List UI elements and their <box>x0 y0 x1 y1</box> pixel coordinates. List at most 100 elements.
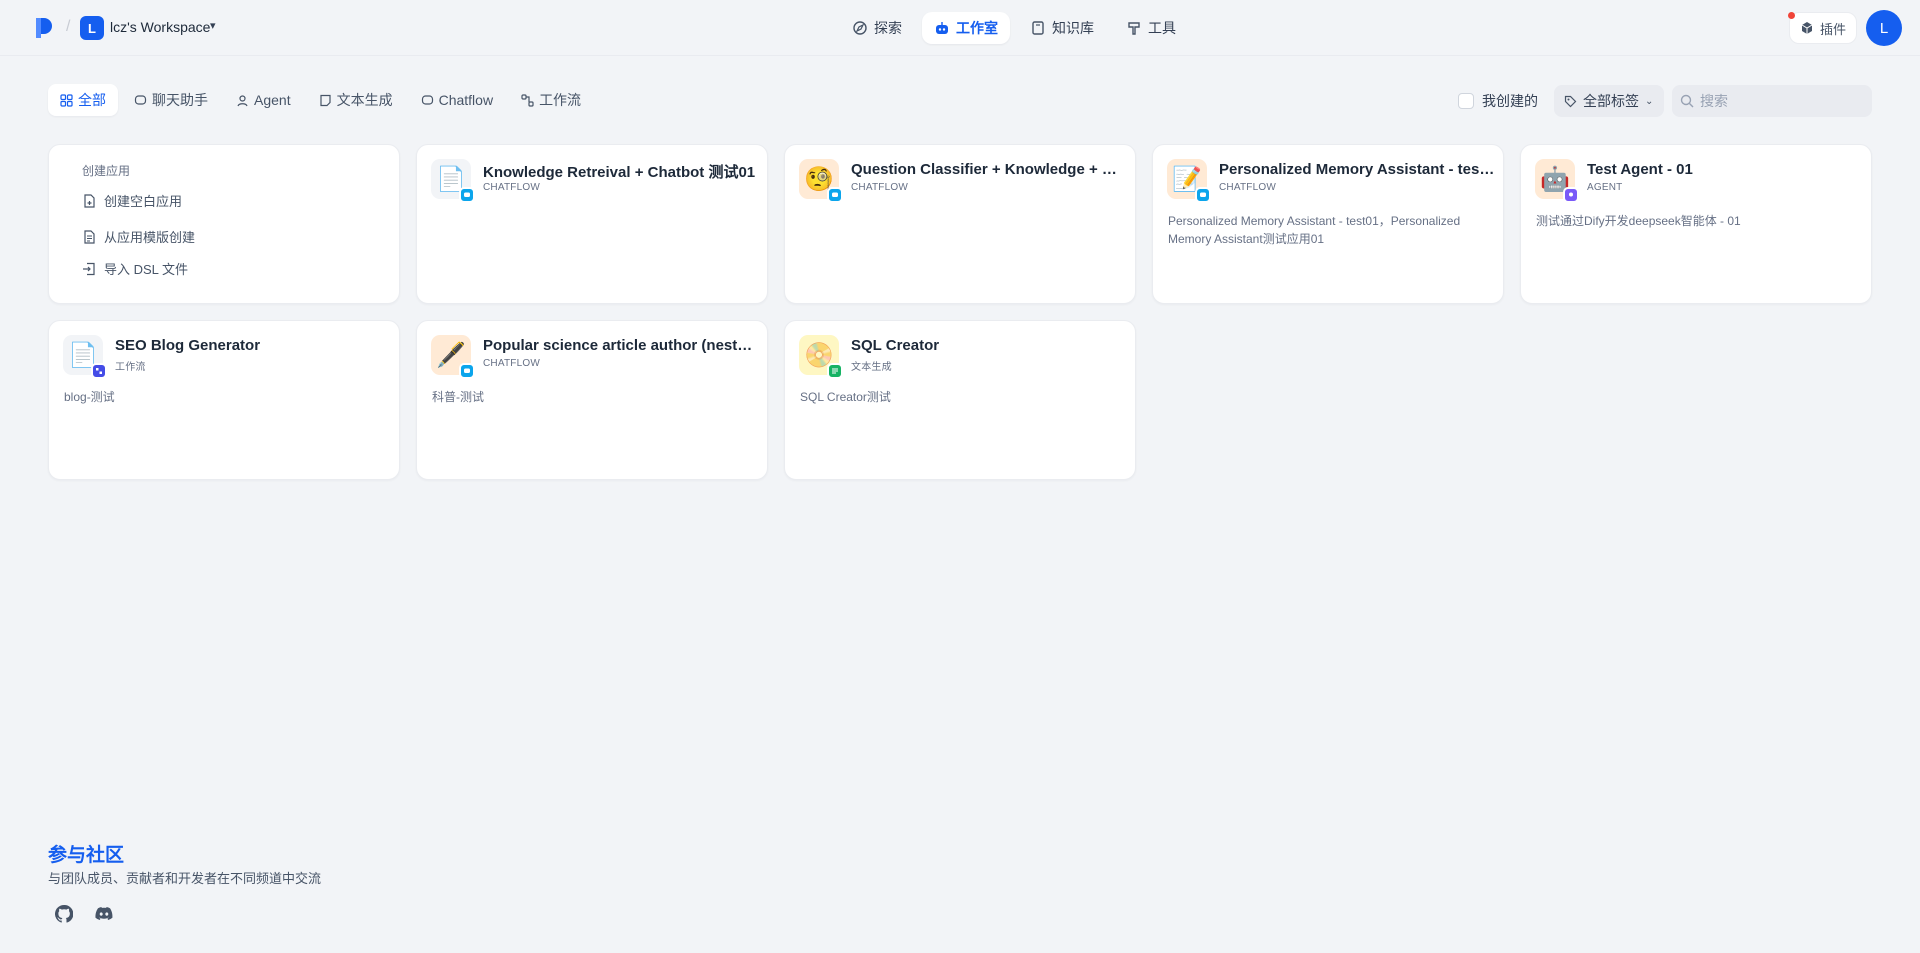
import-icon <box>83 262 95 275</box>
robot-icon <box>936 22 948 34</box>
nav-explore[interactable]: 探索 <box>840 12 914 44</box>
chat-bubble-icon <box>134 94 147 105</box>
template-icon <box>84 229 95 244</box>
workflow-icon <box>521 93 534 107</box>
app-description: Personalized Memory Assistant - test01，P… <box>1168 214 1461 246</box>
app-card[interactable]: 🤖 Test Agent - 01 AGENT 测试通过Dify开发deepse… <box>1520 144 1872 304</box>
chevron-down-icon: ⌄ <box>1645 95 1654 107</box>
grid-icon <box>60 93 73 107</box>
top-header: / L lcz's Workspace ▾ 探索 工作室 知识库 工具 插件 L <box>0 0 1920 56</box>
tab-chatflow[interactable]: Chatflow <box>409 84 505 116</box>
hammer-icon <box>1128 22 1140 35</box>
note-icon <box>319 94 331 106</box>
main-nav: 探索 工作室 知识库 工具 <box>840 12 1188 44</box>
tab-text-label: 文本生成 <box>336 92 393 108</box>
notification-dot <box>1788 12 1795 19</box>
nav-knowledge[interactable]: 知识库 <box>1018 12 1106 44</box>
agent-badge-icon <box>1563 187 1579 203</box>
plugins-label: 插件 <box>1820 21 1847 37</box>
app-description: blog-测试 <box>64 390 115 404</box>
discord-icon[interactable] <box>92 902 116 926</box>
cube-icon <box>1801 22 1813 34</box>
chat-badge-icon <box>459 187 475 203</box>
breadcrumb-separator: / <box>66 18 71 35</box>
app-card[interactable]: 📄 SEO Blog Generator 工作流 blog-测试 <box>48 320 400 480</box>
search-input[interactable] <box>1700 93 1860 109</box>
tab-all[interactable]: 全部 <box>48 84 118 116</box>
app-card[interactable]: 📄 Knowledge Retreival + Chatbot 测试01 CHA… <box>416 144 768 304</box>
tab-chat-assistant[interactable]: 聊天助手 <box>122 84 220 116</box>
app-type: AGENT <box>1587 182 1623 193</box>
create-blank-app[interactable]: 创建空白应用 <box>82 191 182 210</box>
app-description: 科普-测试 <box>432 390 484 404</box>
plugins-button[interactable]: 插件 <box>1789 12 1858 44</box>
nav-knowledge-label: 知识库 <box>1052 20 1094 36</box>
app-card[interactable]: 📝 Personalized Memory Assistant - test01… <box>1152 144 1504 304</box>
app-type: CHATFLOW <box>1219 182 1276 193</box>
nav-explore-label: 探索 <box>874 20 902 36</box>
tags-select[interactable]: 全部标签 ⌄ <box>1554 85 1664 117</box>
created-by-me-checkbox[interactable] <box>1458 93 1474 109</box>
app-name: Question Classifier + Knowledge + Chatbo… <box>851 161 1127 178</box>
workspace-name[interactable]: lcz's Workspace <box>110 19 210 35</box>
search-box[interactable] <box>1672 85 1872 117</box>
tags-label: 全部标签 <box>1583 93 1639 109</box>
chat-badge-icon <box>459 363 475 379</box>
tab-agent-label: Agent <box>254 92 291 108</box>
agent-icon <box>237 94 248 106</box>
nav-studio[interactable]: 工作室 <box>922 12 1010 44</box>
community-subtitle: 与团队成员、贡献者和开发者在不同频道中交流 <box>48 871 322 886</box>
dify-logo[interactable] <box>34 16 54 40</box>
file-plus-icon <box>84 193 95 208</box>
app-name: Knowledge Retreival + Chatbot 测试01 <box>483 164 756 181</box>
nav-studio-label: 工作室 <box>956 20 998 36</box>
app-type: CHATFLOW <box>851 182 908 193</box>
app-name: Personalized Memory Assistant - test01 <box>1219 161 1495 178</box>
app-type: CHATFLOW <box>483 182 540 193</box>
tab-all-label: 全部 <box>78 92 106 108</box>
app-card[interactable]: 🖋️ Popular science article author (neste… <box>416 320 768 480</box>
nav-tools[interactable]: 工具 <box>1114 12 1188 44</box>
app-type: 工作流 <box>115 362 146 373</box>
created-by-me-filter[interactable]: 我创建的 <box>1458 91 1538 111</box>
nav-tools-label: 工具 <box>1148 20 1176 36</box>
tag-icon <box>1564 95 1577 107</box>
create-from-template[interactable]: 从应用模版创建 <box>82 227 195 246</box>
tab-chat-label: 聊天助手 <box>152 92 208 108</box>
app-type-tabs: 全部 聊天助手 Agent 文本生成 Chatflow 工作流 <box>48 84 593 116</box>
tab-agent[interactable]: Agent <box>224 84 303 116</box>
create-app-title: 创建应用 <box>82 164 131 178</box>
github-icon[interactable] <box>52 902 76 926</box>
explore-icon <box>853 21 867 35</box>
community-title: 参与社区 <box>48 845 125 866</box>
tab-workflow[interactable]: 工作流 <box>509 84 593 116</box>
workflow-badge-icon <box>91 363 107 379</box>
app-name: SEO Blog Generator <box>115 337 261 354</box>
chatflow-icon <box>421 94 433 105</box>
create-app-card: 创建应用 创建空白应用 从应用模版创建 导入 DSL 文件 <box>48 144 400 304</box>
app-card[interactable]: 🧐 Question Classifier + Knowledge + Chat… <box>784 144 1136 304</box>
import-dsl-label: 导入 DSL 文件 <box>104 262 189 277</box>
user-avatar[interactable]: L <box>1866 10 1902 46</box>
app-type: 文本生成 <box>851 362 892 373</box>
create-blank-label: 创建空白应用 <box>104 194 183 209</box>
app-type: CHATFLOW <box>483 358 540 369</box>
chat-badge-icon <box>1195 187 1211 203</box>
tab-chatflow-label: Chatflow <box>438 92 494 108</box>
app-name: Popular science article author (nested) <box>483 337 759 354</box>
app-description: 测试通过Dify开发deepseek智能体 - 01 <box>1536 214 1741 228</box>
text-gen-badge-icon <box>827 363 843 379</box>
book-icon <box>1032 21 1044 35</box>
create-template-label: 从应用模版创建 <box>104 230 196 245</box>
tab-text-generation[interactable]: 文本生成 <box>307 84 405 116</box>
chevron-down-icon[interactable]: ▾ <box>210 19 216 32</box>
workspace-avatar[interactable]: L <box>80 16 104 40</box>
created-by-me-label: 我创建的 <box>1482 93 1538 109</box>
app-name: SQL Creator <box>851 337 940 354</box>
tab-workflow-label: 工作流 <box>539 92 582 108</box>
app-description: SQL Creator测试 <box>800 390 891 404</box>
import-dsl-file[interactable]: 导入 DSL 文件 <box>82 259 188 278</box>
chat-badge-icon <box>827 187 843 203</box>
app-card[interactable]: 📀 SQL Creator 文本生成 SQL Creator测试 <box>784 320 1136 480</box>
app-name: Test Agent - 01 <box>1587 161 1693 178</box>
